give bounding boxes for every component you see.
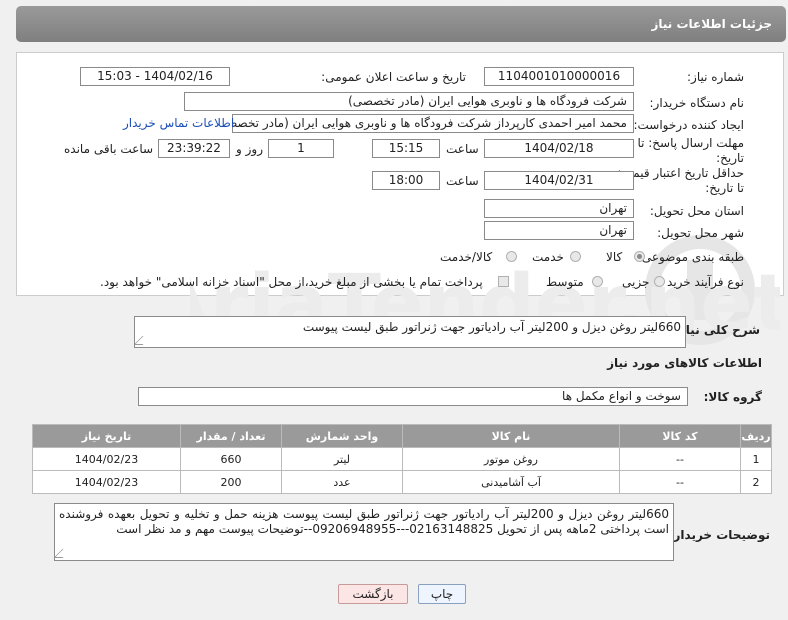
category-radio-goods[interactable]	[634, 251, 645, 262]
cell-row: 2	[740, 470, 772, 494]
header-bar: جزئیات اطلاعات نیاز	[16, 6, 786, 42]
cell-name: روغن موتور	[402, 447, 620, 471]
category-option-goods: کالا	[606, 250, 623, 264]
description-label: شرح کلی نیاز:	[674, 323, 760, 337]
resize-handle-icon[interactable]	[55, 549, 72, 558]
remaining-label: ساعت باقی مانده	[64, 142, 154, 156]
process-option-medium: متوسط	[546, 275, 584, 289]
col-name: نام کالا	[402, 424, 620, 448]
category-radio-both[interactable]	[506, 251, 517, 262]
category-radio-service[interactable]	[570, 251, 581, 262]
goods-group-field: سوخت و انواع مکمل ها	[138, 387, 688, 406]
back-button[interactable]: بازگشت	[338, 584, 408, 604]
buyer-org-label: نام دستگاه خریدار:	[649, 96, 745, 110]
treasury-checkbox[interactable]	[498, 276, 509, 287]
buyer-contact-link[interactable]: اطلاعات تماس خریدار	[123, 116, 234, 130]
deadline-time-field: 15:15	[372, 139, 440, 158]
col-unit: واحد شمارش	[281, 424, 403, 448]
days-label: روز و	[236, 142, 263, 156]
goods-table-header: ردیف کد کالا نام کالا واحد شمارش تعداد /…	[32, 424, 772, 448]
category-option-both: کالا/خدمت	[440, 250, 493, 264]
category-label: طبقه بندی موضوعی:	[637, 250, 744, 264]
col-code: کد کالا	[619, 424, 741, 448]
need-number-field: 1104001010000016	[484, 67, 634, 86]
city-field: تهران	[484, 221, 634, 240]
col-qty: تعداد / مقدار	[180, 424, 282, 448]
province-label: استان محل تحویل:	[649, 204, 744, 218]
cell-row: 1	[740, 447, 772, 471]
col-row: ردیف	[740, 424, 772, 448]
goods-group-label: گروه کالا:	[703, 390, 762, 404]
table-row: 1 -- روغن موتور لیتر 660 1404/02/23	[32, 447, 772, 471]
buyer-org-field: شرکت فرودگاه ها و ناوبری هوایی ایران (ما…	[184, 92, 634, 111]
province-field: تهران	[484, 199, 634, 218]
validity-time-label: ساعت	[446, 174, 479, 188]
deadline-time-label: ساعت	[446, 142, 479, 156]
process-radio-minor[interactable]	[654, 276, 665, 287]
buyer-notes-text: 660لیتر روغن دیزل و 200لیتر آب رادیاتور …	[59, 507, 669, 536]
cell-date: 1404/02/23	[32, 470, 181, 494]
cell-code: --	[619, 447, 741, 471]
remaining-time-field: 23:39:22	[158, 139, 230, 158]
goods-table: ردیف کد کالا نام کالا واحد شمارش تعداد /…	[32, 424, 772, 494]
announce-field: 1404/02/16 - 15:03	[80, 67, 230, 86]
buyer-notes-label: توضیحات خریدار:	[668, 528, 770, 542]
description-text: 660لیتر روغن دیزل و 200لیتر آب رادیاتور …	[302, 320, 681, 334]
page-title: جزئیات اطلاعات نیاز	[651, 17, 772, 31]
cell-unit: عدد	[281, 470, 403, 494]
print-button[interactable]: چاپ	[418, 584, 466, 604]
cell-code: --	[619, 470, 741, 494]
cell-unit: لیتر	[281, 447, 403, 471]
city-label: شهر محل تحویل:	[657, 226, 744, 240]
description-field: 660لیتر روغن دیزل و 200لیتر آب رادیاتور …	[134, 316, 686, 348]
buyer-notes-field: 660لیتر روغن دیزل و 200لیتر آب رادیاتور …	[54, 503, 674, 561]
announce-label: تاریخ و ساعت اعلان عمومی:	[321, 70, 466, 84]
cell-date: 1404/02/23	[32, 447, 181, 471]
validity-date-field: 1404/02/31	[484, 171, 634, 190]
table-row: 2 -- آب آشامیدنی عدد 200 1404/02/23	[32, 470, 772, 494]
creator-label: ایجاد کننده درخواست:	[633, 118, 744, 132]
process-radio-medium[interactable]	[592, 276, 603, 287]
deadline-date-field: 1404/02/18	[484, 139, 634, 158]
creator-field: محمد امیر احمدی کارپرداز شرکت فرودگاه ها…	[232, 114, 634, 133]
process-label: نوع فرآیند خرید :	[659, 275, 744, 289]
process-option-minor: جزیی	[622, 275, 650, 289]
col-date: تاریخ نیاز	[32, 424, 181, 448]
treasury-note: پرداخت تمام یا بخشی از مبلغ خرید،از محل …	[100, 275, 483, 289]
category-option-service: خدمت	[532, 250, 564, 264]
goods-section-title: اطلاعات کالاهای مورد نیاز	[607, 356, 762, 370]
validity-time-field: 18:00	[372, 171, 440, 190]
cell-name: آب آشامیدنی	[402, 470, 620, 494]
days-field: 1	[268, 139, 334, 158]
need-number-label: شماره نیاز:	[687, 70, 744, 84]
deadline-label: مهلت ارسال پاسخ: تا تاریخ:	[637, 136, 744, 165]
resize-handle-icon[interactable]	[135, 336, 152, 345]
cell-qty: 200	[180, 470, 282, 494]
cell-qty: 660	[180, 447, 282, 471]
